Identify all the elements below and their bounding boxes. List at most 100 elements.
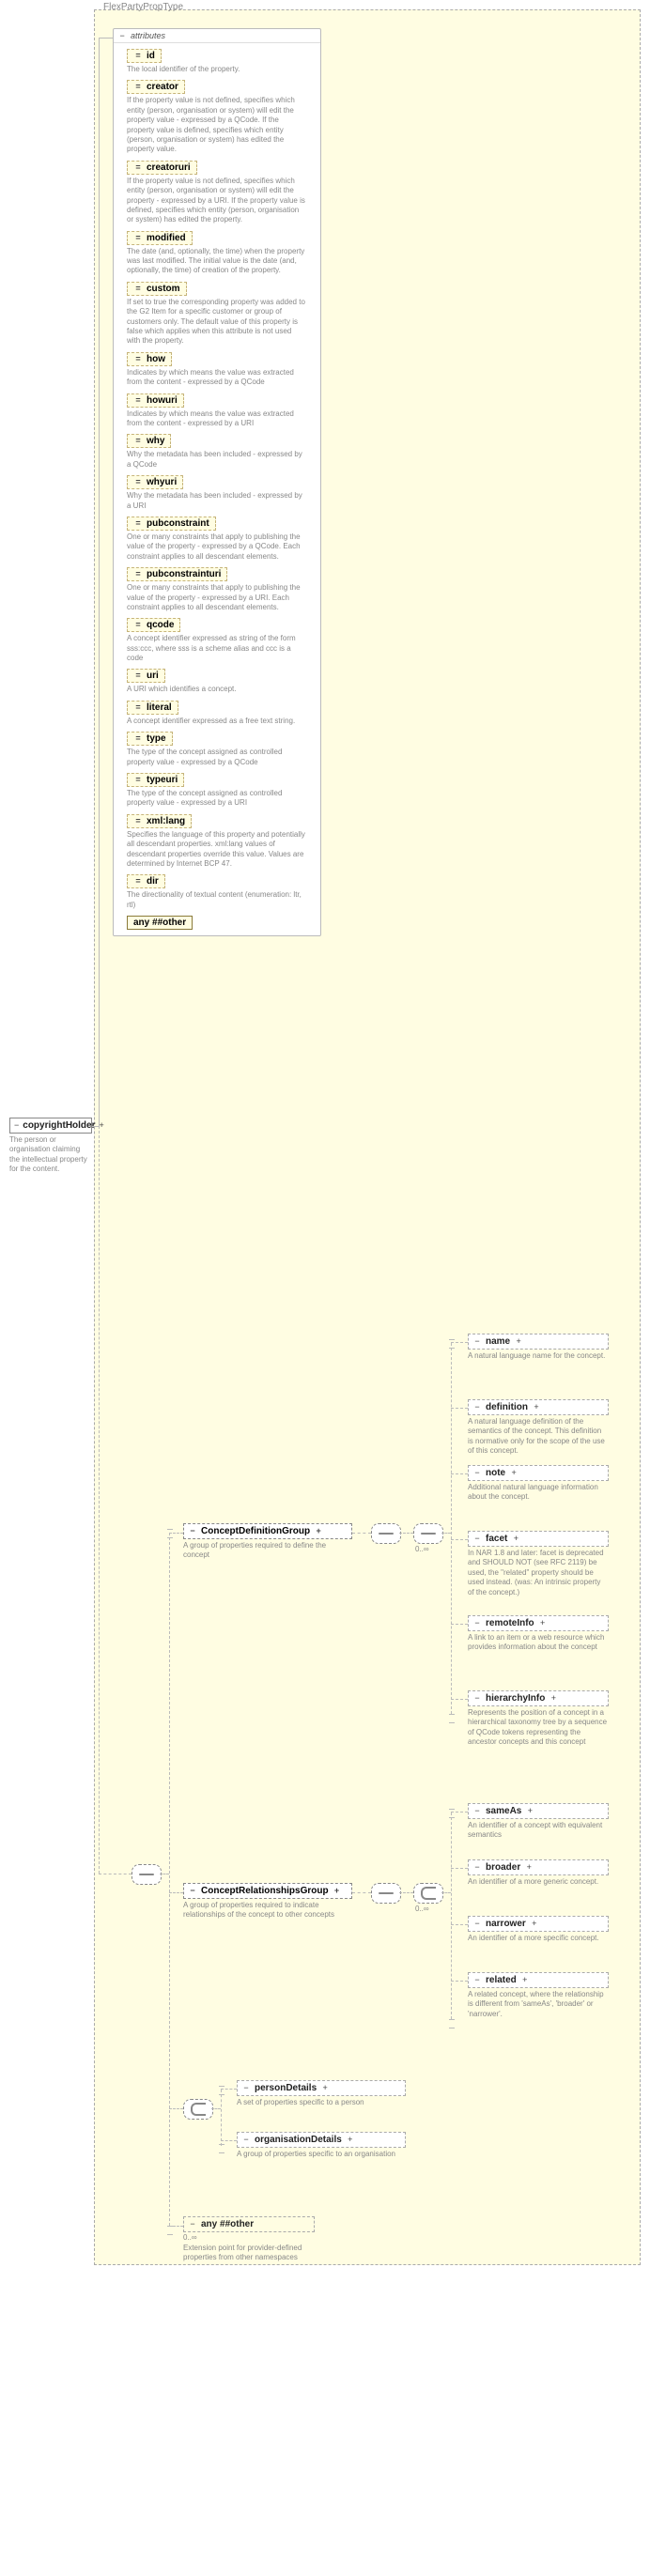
plus-icon[interactable]: + xyxy=(320,2084,330,2093)
attributes-box: − attributes =idThe local identifier of … xyxy=(113,28,321,936)
connector xyxy=(451,1981,468,1982)
attribute-doc: The directionality of textual content (e… xyxy=(127,890,305,910)
minus-icon: − xyxy=(241,2136,251,2145)
attribute-name: =literal xyxy=(127,701,178,715)
child-element-doc: Additional natural language information … xyxy=(468,1483,609,1503)
attribute-name: =qcode xyxy=(127,618,180,632)
plus-icon[interactable]: + xyxy=(520,1976,530,1985)
concept-definition-group: − ConceptDefinitionGroup + A group of pr… xyxy=(183,1523,352,1561)
connector-cap xyxy=(449,1339,455,1349)
connector xyxy=(451,1539,468,1541)
eq-icon: = xyxy=(133,284,143,293)
plus-icon[interactable]: + xyxy=(333,1887,342,1896)
plus-icon[interactable]: + xyxy=(532,1403,541,1412)
connector xyxy=(221,2089,237,2090)
connector xyxy=(92,1126,99,1127)
child-element: −name+A natural language name for the co… xyxy=(468,1334,609,1361)
attribute-doc: If the property value is not defined, sp… xyxy=(127,96,305,154)
child-element: −narrower+An identifier of a more specif… xyxy=(468,1916,609,1943)
connector xyxy=(451,1924,468,1926)
eq-icon: = xyxy=(133,671,143,681)
attribute-row: =typeuriThe type of the concept assigned… xyxy=(114,767,320,809)
attribute-row: =idThe local identifier of the property. xyxy=(114,43,320,74)
concept-relationships-group-name: ConceptRelationshipsGroup xyxy=(201,1886,329,1896)
minus-icon: − xyxy=(472,1976,482,1985)
attribute-name: =type xyxy=(127,732,173,746)
eq-icon: = xyxy=(133,734,143,744)
connector xyxy=(451,1699,468,1701)
child-element-doc: A natural language definition of the sem… xyxy=(468,1417,609,1457)
child-element: −note+Additional natural language inform… xyxy=(468,1465,609,1503)
plus-icon[interactable]: + xyxy=(314,1527,323,1536)
attribute-name: =whyuri xyxy=(127,475,183,489)
any-wildcard-doc: Extension point for provider-defined pro… xyxy=(183,2244,315,2263)
attribute-name: =modified xyxy=(127,231,193,245)
sequence-compositor xyxy=(371,1883,401,1904)
attribute-name: =pubconstrainturi xyxy=(127,567,227,581)
child-element-doc: A natural language name for the concept. xyxy=(468,1351,609,1361)
attribute-row: =modified The date (and, optionally, the … xyxy=(114,225,320,276)
attribute-doc: Why the metadata has been included - exp… xyxy=(127,450,305,470)
eq-icon: = xyxy=(133,816,143,825)
eq-icon: = xyxy=(133,621,143,630)
plus-icon[interactable]: + xyxy=(346,2136,355,2145)
child-element-name: personDetails xyxy=(255,2083,317,2093)
minus-icon: − xyxy=(188,1887,197,1896)
connector xyxy=(451,1342,468,1344)
plus-icon[interactable]: + xyxy=(509,1469,518,1478)
plus-icon[interactable]: + xyxy=(530,1920,539,1929)
sequence-compositor xyxy=(132,1864,162,1885)
connector-cap xyxy=(219,2144,224,2153)
plus-icon[interactable]: + xyxy=(525,1807,534,1816)
attribute-name: =why xyxy=(127,434,171,448)
attribute-row: =literalA concept identifier expressed a… xyxy=(114,695,320,726)
root-element: − copyrightHolder + The person or organi… xyxy=(9,1118,92,1175)
choice-compositor xyxy=(413,1883,443,1904)
minus-icon: − xyxy=(472,1403,482,1412)
concept-relationships-group-doc: A group of properties required to indica… xyxy=(183,1901,352,1920)
eq-icon: = xyxy=(133,776,143,785)
root-element-name: copyrightHolder xyxy=(23,1120,95,1131)
choice-compositor xyxy=(183,2099,213,2120)
minus-icon: − xyxy=(472,1619,482,1628)
any-wildcard: − any ##other 0..∞ Extension point for p… xyxy=(183,2216,315,2263)
attribute-name: =howuri xyxy=(127,393,184,408)
eq-icon: = xyxy=(133,437,143,446)
plus-icon[interactable]: + xyxy=(538,1619,548,1628)
eq-icon: = xyxy=(133,702,143,712)
attribute-row: =uri A URI which identifies a concept. xyxy=(114,663,320,694)
eq-icon: = xyxy=(133,877,143,887)
plus-icon[interactable]: + xyxy=(511,1535,520,1544)
attribute-name: =how xyxy=(127,352,172,366)
child-element-doc: A group of properties specific to an org… xyxy=(237,2150,406,2159)
attribute-doc: The type of the concept assigned as cont… xyxy=(127,748,305,767)
connector-cap xyxy=(449,1714,455,1723)
child-element: −broader+An identifier of a more generic… xyxy=(468,1859,609,1887)
attribute-row: =pubconstrainturiOne or many constraints… xyxy=(114,562,320,612)
connector xyxy=(451,1473,468,1475)
attribute-row: =howIndicates by which means the value w… xyxy=(114,347,320,388)
connector-cap xyxy=(449,2019,455,2028)
attribute-doc: If set to true the corresponding propert… xyxy=(127,298,305,347)
child-element: −organisationDetails+A group of properti… xyxy=(237,2132,406,2159)
eq-icon: = xyxy=(133,570,143,579)
attribute-name: =uri xyxy=(127,669,165,683)
attribute-name: =typeuri xyxy=(127,773,184,787)
attribute-doc: A URI which identifies a concept. xyxy=(127,685,305,694)
attribute-doc: The date (and, optionally, the time) whe… xyxy=(127,247,305,276)
connector xyxy=(451,1408,468,1410)
concept-definition-group-name: ConceptDefinitionGroup xyxy=(201,1526,310,1536)
type-name-label: FlexPartyPropType xyxy=(103,2,183,12)
child-element-doc: Represents the position of a concept in … xyxy=(468,1708,609,1748)
attribute-row: =dir The directionality of textual conten… xyxy=(114,869,320,910)
plus-icon[interactable]: + xyxy=(524,1863,534,1873)
occurrence: 0..∞ xyxy=(415,1545,429,1553)
plus-icon[interactable]: + xyxy=(514,1337,523,1347)
child-element-name: sameAs xyxy=(486,1806,521,1816)
minus-icon: − xyxy=(472,1863,482,1873)
minus-icon: − xyxy=(472,1920,482,1929)
attribute-name: =dir xyxy=(127,874,165,888)
minus-icon: − xyxy=(117,31,127,40)
minus-icon: − xyxy=(472,1535,482,1544)
plus-icon[interactable]: + xyxy=(549,1694,558,1704)
